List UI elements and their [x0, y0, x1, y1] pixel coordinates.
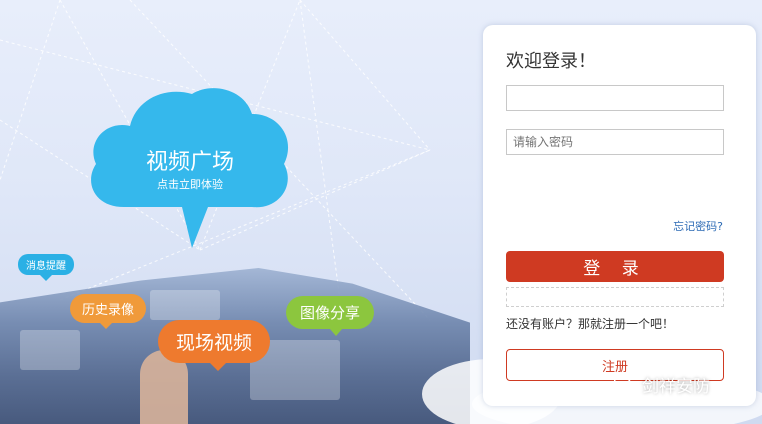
photo-tile [20, 330, 80, 370]
live-video-bubble[interactable]: 现场视频 [158, 320, 271, 371]
image-share-bubble[interactable]: 图像分享 [286, 296, 375, 336]
no-account-text: 还没有账户？那就注册一个吧！ [506, 317, 675, 331]
live-video-bubble-label: 现场视频 [176, 332, 253, 354]
forgot-password-link[interactable]: 忘记密码? [673, 218, 723, 234]
watermark: 剑祥安防 [614, 372, 710, 397]
photo-tile [150, 290, 220, 320]
username-input[interactable] [506, 85, 724, 111]
password-input[interactable] [506, 129, 724, 155]
messages-bubble-label: 消息提醒 [26, 261, 66, 272]
messages-bubble[interactable]: 消息提醒 [18, 254, 74, 281]
login-heading: 欢迎登录！ [506, 51, 596, 72]
history-bubble-label: 历史录像 [82, 303, 135, 318]
wechat-icon [614, 375, 636, 393]
login-button[interactable]: 登 录 [506, 251, 724, 282]
history-bubble[interactable]: 历史录像 [70, 294, 147, 329]
cloud-subtitle[interactable]: 点击立即体验 [84, 176, 296, 192]
bubble-tail [100, 323, 112, 329]
login-message-area [506, 287, 724, 307]
image-share-bubble-label: 图像分享 [300, 304, 361, 322]
bubble-tail [40, 275, 52, 281]
login-panel: 欢迎登录！ 忘记密码? 登 录 还没有账户？那就注册一个吧！ 注册 [483, 25, 756, 406]
cloud-title[interactable]: 视频广场 [84, 144, 296, 176]
watermark-text: 剑祥安防 [642, 377, 710, 397]
bubble-tail [330, 329, 342, 336]
bubble-tail [210, 363, 226, 371]
